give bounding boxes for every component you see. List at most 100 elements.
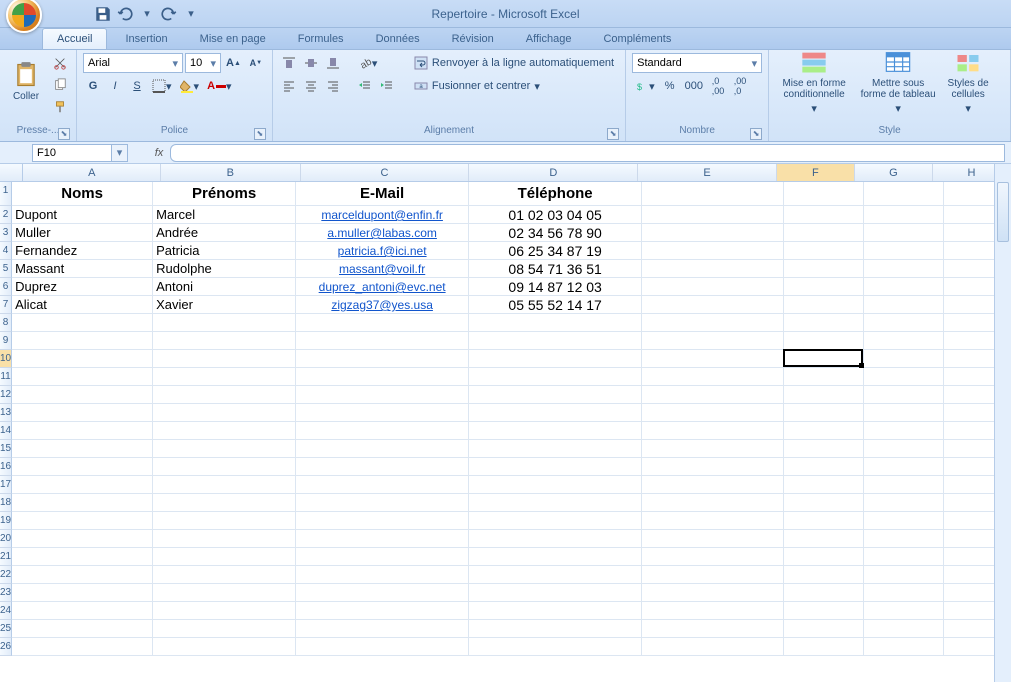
cell[interactable] — [469, 332, 642, 350]
row-header[interactable]: 20 — [0, 530, 12, 548]
cell[interactable] — [784, 620, 864, 638]
cell[interactable] — [469, 620, 642, 638]
cell[interactable] — [864, 494, 944, 512]
cell[interactable] — [153, 404, 296, 422]
italic-button[interactable]: I — [105, 76, 125, 96]
cell[interactable] — [296, 476, 469, 494]
row-header[interactable]: 16 — [0, 458, 12, 476]
cell[interactable] — [296, 314, 469, 332]
borders-button[interactable]: ▾ — [149, 76, 175, 96]
decrease-decimal-button[interactable]: ,00,0 — [730, 76, 750, 96]
increase-decimal-button[interactable]: ,0,00 — [708, 76, 728, 96]
cell[interactable] — [864, 260, 944, 278]
cell[interactable]: Antoni — [153, 278, 296, 296]
orientation-button[interactable]: ab▾ — [355, 53, 381, 73]
cell[interactable] — [469, 350, 642, 368]
cell[interactable] — [12, 314, 153, 332]
cell[interactable] — [296, 332, 469, 350]
cell[interactable] — [642, 638, 784, 656]
cell[interactable] — [153, 476, 296, 494]
cell[interactable]: 05 55 52 14 17 — [469, 296, 642, 314]
cell[interactable] — [864, 314, 944, 332]
row-header[interactable]: 19 — [0, 512, 12, 530]
cell[interactable] — [469, 458, 642, 476]
name-box[interactable] — [32, 144, 112, 162]
row-header[interactable]: 3 — [0, 224, 12, 242]
col-header-F[interactable]: F — [777, 164, 855, 181]
cell[interactable] — [784, 386, 864, 404]
col-header-B[interactable]: B — [161, 164, 301, 181]
row-header[interactable]: 12 — [0, 386, 12, 404]
number-launcher[interactable]: ⬊ — [750, 128, 762, 140]
cell[interactable] — [296, 458, 469, 476]
increase-indent-button[interactable] — [377, 76, 397, 96]
cell[interactable] — [153, 530, 296, 548]
cell[interactable] — [296, 440, 469, 458]
cell[interactable] — [296, 530, 469, 548]
cell[interactable] — [296, 566, 469, 584]
row-header[interactable]: 10 — [0, 350, 12, 368]
cell[interactable] — [469, 584, 642, 602]
cell[interactable] — [784, 566, 864, 584]
cell[interactable] — [296, 512, 469, 530]
row-header[interactable]: 25 — [0, 620, 12, 638]
row-header[interactable]: 14 — [0, 422, 12, 440]
cell[interactable] — [784, 512, 864, 530]
cell[interactable] — [153, 602, 296, 620]
cell[interactable] — [784, 368, 864, 386]
cell[interactable] — [864, 638, 944, 656]
cell[interactable] — [153, 494, 296, 512]
cell[interactable] — [642, 296, 784, 314]
cell[interactable] — [784, 206, 864, 224]
cell[interactable] — [153, 620, 296, 638]
cell[interactable] — [12, 476, 153, 494]
row-header[interactable]: 5 — [0, 260, 12, 278]
select-all-corner[interactable] — [0, 164, 23, 181]
tab-insertion[interactable]: Insertion — [111, 29, 181, 49]
cell[interactable] — [469, 422, 642, 440]
align-left-button[interactable] — [279, 76, 299, 96]
col-header-G[interactable]: G — [855, 164, 933, 181]
tab-formules[interactable]: Formules — [284, 29, 358, 49]
cells-area[interactable]: NomsPrénomsE-MailTéléphoneDupontMarcelma… — [12, 182, 1011, 656]
format-as-table-button[interactable]: Mettre sous forme de tableau ▾ — [857, 53, 939, 109]
tab-mise-en-page[interactable]: Mise en page — [186, 29, 280, 49]
cell[interactable] — [153, 422, 296, 440]
cell[interactable] — [153, 566, 296, 584]
cell[interactable] — [153, 458, 296, 476]
cell[interactable] — [12, 512, 153, 530]
cell[interactable] — [296, 620, 469, 638]
cell[interactable] — [469, 476, 642, 494]
cell[interactable] — [469, 638, 642, 656]
alignment-launcher[interactable]: ⬊ — [607, 128, 619, 140]
cell[interactable] — [642, 584, 784, 602]
merge-center-button[interactable]: aFusionner et centrer ▾ — [409, 76, 619, 96]
cell[interactable] — [864, 224, 944, 242]
scrollbar-thumb[interactable] — [997, 182, 1009, 242]
row-header[interactable]: 22 — [0, 566, 12, 584]
clipboard-launcher[interactable]: ⬊ — [58, 128, 70, 140]
percent-button[interactable]: % — [660, 76, 680, 96]
cell[interactable] — [469, 548, 642, 566]
cell[interactable] — [642, 224, 784, 242]
cell[interactable]: zigzag37@yes.usa — [296, 296, 469, 314]
cell[interactable] — [864, 182, 944, 206]
cell[interactable]: Prénoms — [153, 182, 296, 206]
paste-button[interactable]: Coller — [6, 53, 46, 109]
cell[interactable] — [642, 260, 784, 278]
cell[interactable] — [469, 494, 642, 512]
cell[interactable]: duprez_antoni@evc.net — [296, 278, 469, 296]
cell[interactable] — [784, 584, 864, 602]
cell[interactable] — [864, 242, 944, 260]
cell[interactable]: Massant — [12, 260, 153, 278]
cell[interactable] — [864, 350, 944, 368]
vertical-scrollbar[interactable] — [994, 164, 1011, 682]
cell[interactable] — [642, 278, 784, 296]
qat-dropdown-1[interactable]: ▾ — [138, 5, 156, 23]
row-header[interactable]: 13 — [0, 404, 12, 422]
cell[interactable] — [784, 422, 864, 440]
row-header[interactable]: 1 — [0, 182, 12, 206]
row-header[interactable]: 17 — [0, 476, 12, 494]
cell[interactable] — [864, 512, 944, 530]
shrink-font-button[interactable]: A▼ — [246, 53, 266, 73]
